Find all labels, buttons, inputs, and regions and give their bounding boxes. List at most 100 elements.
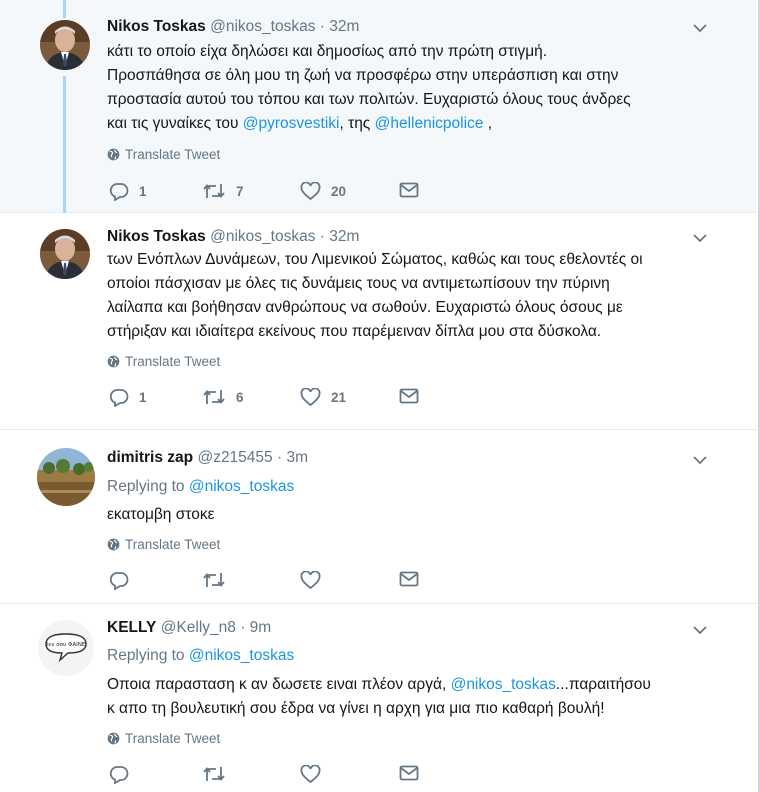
mention-link[interactable]: @hellenicpolice (375, 115, 484, 132)
avatar[interactable] (37, 448, 95, 506)
retweet-button[interactable] (202, 571, 236, 589)
tweet-header: Nikos Toskas @nikos_toskas · 32m (107, 17, 359, 37)
replying-to-handle[interactable]: @nikos_toskas (189, 647, 294, 664)
like-button[interactable] (300, 765, 331, 784)
text-span: οποίοι πάσχισαν με όλες τις δυνάμεις του… (107, 275, 610, 292)
retweet-icon (203, 573, 225, 587)
reply-icon (109, 183, 129, 201)
tweet-text: κάτι το οποίο είχα δηλώσει και δημοσίως … (107, 40, 707, 136)
mention-link[interactable]: @pyrosvestiki (243, 115, 340, 132)
reply-count: 1 (139, 184, 147, 199)
globe-icon (107, 355, 120, 368)
translate-tweet-link[interactable]: Translate Tweet (107, 354, 220, 369)
globe-icon (107, 148, 120, 161)
display-name[interactable]: KELLY (107, 619, 156, 636)
username[interactable]: @nikos_toskas (210, 228, 315, 245)
replying-to-label: Replying to (107, 647, 189, 664)
heart-icon (300, 388, 321, 407)
avatar-portrait-image (40, 229, 90, 279)
chevron-down-icon[interactable] (692, 232, 708, 244)
translate-tweet-link[interactable]: Translate Tweet (107, 537, 220, 552)
tweet[interactable]: δεν σου ΦΑΙΝΕΙ KELLY @Kelly_n8 · 9m Repl… (0, 604, 757, 792)
direct-message-button[interactable] (399, 571, 419, 587)
tweet-text-line: στήριξαν και ιδιαίτερα εκείνους που παρέ… (107, 320, 707, 344)
direct-message-button[interactable] (399, 388, 419, 404)
translate-label: Translate Tweet (125, 147, 221, 162)
like-button[interactable] (300, 571, 331, 590)
timestamp[interactable]: · 9m (240, 619, 271, 636)
retweet-count: 6 (236, 389, 244, 405)
tweet-header: KELLY @Kelly_n8 · 9m (107, 618, 271, 638)
avatar[interactable]: δεν σου ΦΑΙΝΕΙ (38, 620, 94, 676)
timestamp[interactable]: · 32m (320, 18, 360, 35)
chevron-down-icon[interactable] (692, 454, 708, 466)
translate-label: Translate Tweet (125, 537, 221, 552)
thread-line (63, 76, 66, 213)
tweet-text-line: οποίοι πάσχισαν με όλες τις δυνάμεις του… (107, 272, 707, 296)
retweet-button[interactable]: 7 (202, 182, 244, 200)
text-span: Οποια παρασταση κ αν δωσετε ειναι πλέον … (107, 676, 451, 693)
tweet-text-line: κ απο τη βουλευτική σου έδρα να γίνει η … (107, 697, 707, 721)
reply-icon (109, 572, 129, 590)
retweet-icon (203, 767, 225, 781)
text-span: , (483, 115, 493, 132)
envelope-icon (399, 388, 419, 404)
chevron-down-icon[interactable] (692, 624, 708, 636)
reply-button[interactable] (109, 765, 139, 784)
tweet-text: εκατομβη στοκε (107, 503, 707, 527)
text-span: Προσπάθησα σε όλη μου τη ζωή να προσφέρω… (107, 67, 619, 84)
direct-message-button[interactable] (399, 182, 419, 198)
display-name[interactable]: Nikos Toskas (107, 18, 206, 35)
tweet-text-line: λαίλαπα και βοήθησαν ανθρώπους να σωθούν… (107, 296, 707, 320)
tweet-actions: 1 6 21 (107, 388, 427, 410)
text-span: προστασία αυτού του τόπου και των πολιτώ… (107, 91, 631, 108)
tweet-header: dimitris zap @z215455 · 3m (107, 448, 308, 468)
tweet[interactable]: dimitris zap @z215455 · 3m Replying to @… (0, 430, 757, 604)
heart-icon (300, 182, 321, 201)
retweet-button[interactable] (202, 765, 236, 783)
replying-to-label: Replying to (107, 478, 189, 495)
timestamp[interactable]: · 32m (320, 228, 360, 245)
avatar[interactable] (40, 20, 90, 70)
direct-message-button[interactable] (399, 765, 419, 781)
timestamp[interactable]: · 3m (277, 449, 308, 466)
globe-icon (107, 732, 120, 745)
translate-label: Translate Tweet (125, 354, 221, 369)
chevron-down-icon[interactable] (692, 22, 708, 34)
reply-icon (109, 766, 129, 784)
display-name[interactable]: dimitris zap (107, 449, 193, 466)
heart-icon (300, 765, 321, 784)
mention-link[interactable]: @nikos_toskas (451, 676, 556, 693)
translate-tweet-link[interactable]: Translate Tweet (107, 731, 220, 746)
text-span: εκατομβη στοκε (107, 506, 215, 523)
like-button[interactable]: 21 (300, 388, 346, 407)
text-span: και τις γυναίκες του (107, 115, 243, 132)
display-name[interactable]: Nikos Toskas (107, 228, 206, 245)
tweet[interactable]: Nikos Toskas @nikos_toskas · 32m κάτι το… (0, 0, 757, 213)
avatar[interactable] (40, 229, 90, 279)
text-span: ...παραιτήσου (555, 676, 651, 693)
reply-button[interactable]: 1 (109, 182, 147, 201)
replying-to-handle[interactable]: @nikos_toskas (189, 478, 294, 495)
retweet-icon (203, 390, 225, 404)
username[interactable]: @z215455 (197, 449, 272, 466)
retweet-button[interactable]: 6 (202, 388, 244, 406)
tweet-header: Nikos Toskas @nikos_toskas · 32m (107, 227, 359, 247)
tweet-text: Οποια παρασταση κ αν δωσετε ειναι πλέον … (107, 673, 707, 721)
username[interactable]: @Kelly_n8 (161, 619, 236, 636)
avatar-badge-text: δεν σου ΦΑΙΝΕΙ (45, 642, 87, 648)
like-button[interactable]: 20 (300, 182, 346, 201)
reply-button[interactable] (109, 571, 139, 590)
avatar-speech-bubble-image: δεν σου ΦΑΙΝΕΙ (38, 620, 94, 676)
tweet-actions: 1 7 20 (107, 182, 427, 204)
username[interactable]: @nikos_toskas (210, 18, 315, 35)
tweet-text-line: των Ενόπλων Δυνάμεων, του Λιμενικού Σώμα… (107, 248, 707, 272)
tweet-text-line: Προσπάθησα σε όλη μου τη ζωή να προσφέρω… (107, 64, 707, 88)
avatar-portrait-image (40, 20, 90, 70)
retweet-icon (203, 184, 225, 198)
retweet-count: 7 (236, 183, 244, 199)
reply-button[interactable]: 1 (109, 388, 147, 407)
translate-tweet-link[interactable]: Translate Tweet (107, 147, 220, 162)
tweet[interactable]: Nikos Toskas @nikos_toskas · 32m των Ενό… (0, 213, 757, 430)
tweet-text-line: εκατομβη στοκε (107, 503, 707, 527)
